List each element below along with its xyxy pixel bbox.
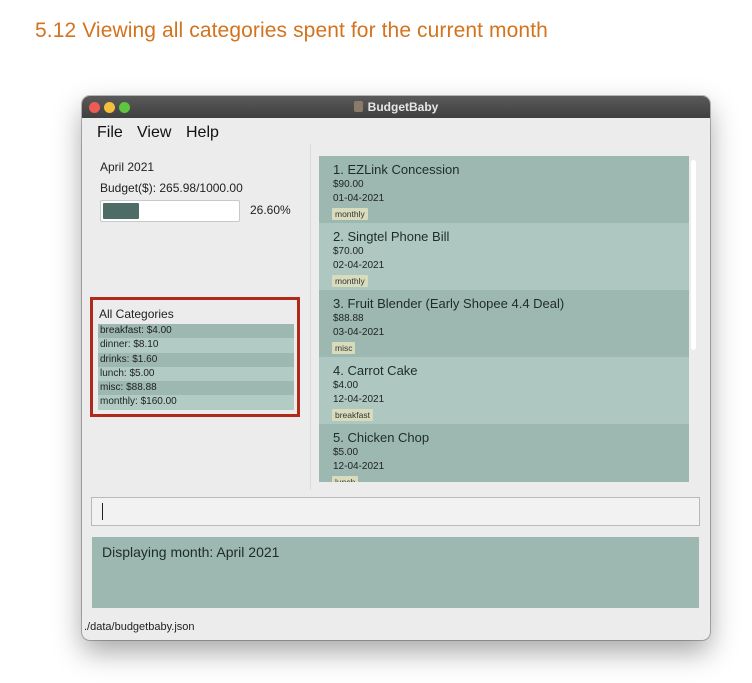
expense-list-scrollbar[interactable] xyxy=(690,156,698,482)
expense-title: 5. Chicken Chop xyxy=(333,430,430,445)
expense-date: 01-04-2021 xyxy=(333,193,385,204)
menu-bar: File View Help xyxy=(82,118,710,144)
window-title-wrap: BudgetBaby xyxy=(82,100,710,114)
data-file-path: ./data/budgetbaby.json xyxy=(84,621,195,633)
expense-date: 12-04-2021 xyxy=(333,461,385,472)
scrollbar-thumb[interactable] xyxy=(691,160,696,350)
budget-progress-fill xyxy=(103,203,139,219)
expense-title: 1. EZLink Concession xyxy=(333,162,460,177)
budget-panel: April 2021 Budget($): 265.98/1000.00 26.… xyxy=(82,144,310,490)
result-display: Displaying month: April 2021 xyxy=(92,537,699,608)
result-message: Displaying month: April 2021 xyxy=(102,544,280,560)
expense-card[interactable]: 4. Carrot Cake $4.00 12-04-2021 breakfas… xyxy=(319,357,689,424)
expense-category-tag: monthly xyxy=(332,208,368,220)
expense-card[interactable]: 5. Chicken Chop $5.00 12-04-2021 lunch xyxy=(319,424,689,482)
expense-amount: $90.00 xyxy=(333,179,364,190)
expense-category-tag: monthly xyxy=(332,275,368,287)
expense-date: 12-04-2021 xyxy=(333,394,385,405)
expense-title: 4. Carrot Cake xyxy=(333,363,418,378)
budget-progress-bar xyxy=(100,200,240,222)
expense-title: 2. Singtel Phone Bill xyxy=(333,229,450,244)
status-bar: ./data/budgetbaby.json xyxy=(82,618,710,640)
expense-category-tag: lunch xyxy=(332,476,359,482)
expense-category-tag: breakfast xyxy=(332,409,373,421)
panel-divider xyxy=(310,144,311,490)
budget-amount: Budget($): 265.98/1000.00 xyxy=(100,181,243,195)
menu-help[interactable]: Help xyxy=(186,124,219,142)
window-title: BudgetBaby xyxy=(367,100,439,114)
budget-percent: 26.60% xyxy=(250,203,291,217)
expense-category-tag: misc xyxy=(332,342,356,354)
title-bar[interactable]: BudgetBaby xyxy=(82,96,710,118)
expense-list[interactable]: 1. EZLink Concession $90.00 01-04-2021 m… xyxy=(319,156,689,482)
expense-card[interactable]: 2. Singtel Phone Bill $70.00 02-04-2021 … xyxy=(319,223,689,290)
expense-card[interactable]: 1. EZLink Concession $90.00 01-04-2021 m… xyxy=(319,156,689,223)
command-input[interactable] xyxy=(91,497,700,526)
expense-amount: $70.00 xyxy=(333,246,364,257)
app-icon xyxy=(353,101,363,112)
expense-amount: $5.00 xyxy=(333,447,359,458)
expense-date: 02-04-2021 xyxy=(333,260,385,271)
expense-amount: $4.00 xyxy=(333,380,359,391)
expense-card[interactable]: 3. Fruit Blender (Early Shopee 4.4 Deal)… xyxy=(319,290,689,357)
expense-title: 3. Fruit Blender (Early Shopee 4.4 Deal) xyxy=(333,296,565,311)
categories-highlight-box xyxy=(90,297,300,417)
menu-view[interactable]: View xyxy=(137,124,171,142)
text-caret xyxy=(102,503,103,520)
current-month: April 2021 xyxy=(100,160,155,174)
section-heading: 5.12 Viewing all categories spent for th… xyxy=(35,19,548,42)
expense-date: 03-04-2021 xyxy=(333,327,385,338)
app-window: BudgetBaby File View Help April 2021 Bud… xyxy=(82,96,710,640)
expense-amount: $88.88 xyxy=(333,313,364,324)
menu-file[interactable]: File xyxy=(97,124,123,142)
